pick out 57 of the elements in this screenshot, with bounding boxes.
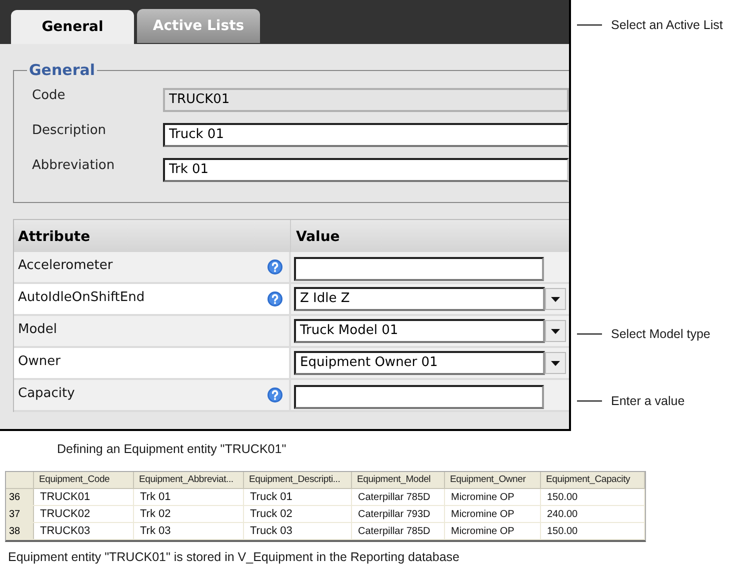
table-cell: Truck 02 xyxy=(244,506,352,522)
field-label: Description xyxy=(32,122,108,140)
attribute-name: Capacity xyxy=(18,385,75,403)
caret-icon xyxy=(545,352,566,374)
leader-line xyxy=(577,24,602,26)
caret-icon xyxy=(545,288,566,310)
group-legend: General xyxy=(27,59,97,82)
tab[interactable]: General xyxy=(11,10,134,44)
table-cell: Truck 01 xyxy=(244,488,352,505)
text-field[interactable]: Truck 01 xyxy=(163,122,569,146)
table-cell: 240.00 xyxy=(541,506,645,522)
leader-line xyxy=(577,400,602,402)
table-cell: Trk 01 xyxy=(134,488,244,505)
table-cell: Caterpillar 793D xyxy=(352,506,445,522)
table-cell: Trk 03 xyxy=(134,522,244,539)
value-field[interactable] xyxy=(294,256,544,280)
table-cell: Trk 02 xyxy=(134,506,244,522)
text-field[interactable]: TRUCK01 xyxy=(163,88,569,112)
table-cell: TRUCK02 xyxy=(34,506,134,522)
help-icon[interactable] xyxy=(267,259,283,275)
row-number: 37 xyxy=(6,506,34,522)
help-icon[interactable] xyxy=(267,387,283,403)
help-icon[interactable] xyxy=(267,291,283,307)
table-cell: TRUCK03 xyxy=(34,522,134,539)
table-cell: Micromine OP xyxy=(445,488,541,505)
table-cell: 150.00 xyxy=(541,522,645,539)
annotation: Select Model type xyxy=(611,326,710,343)
column-header[interactable]: Equipment_Model xyxy=(352,472,445,488)
table-cell: Micromine OP xyxy=(445,506,541,522)
caption: Defining an Equipment entity "TRUCK01" xyxy=(57,441,288,458)
attribute-name: Model xyxy=(18,321,58,339)
leader-line xyxy=(577,333,602,336)
column-header[interactable]: Equipment_Descripti... xyxy=(244,472,352,488)
field-label: Abbreviation xyxy=(32,156,116,174)
row-number: 36 xyxy=(6,488,34,505)
table-cell: Caterpillar 785D xyxy=(352,488,445,505)
field-label: Code xyxy=(32,86,66,104)
attribute-name: AutoIdleOnShiftEnd xyxy=(18,289,145,307)
column-header[interactable]: Equipment_Code xyxy=(34,472,134,488)
table-cell: Caterpillar 785D xyxy=(352,522,445,539)
caret-icon xyxy=(545,320,566,342)
value-field[interactable] xyxy=(294,384,544,408)
text-field[interactable]: Trk 01 xyxy=(163,158,569,182)
column-header[interactable]: Equipment_Capacity xyxy=(541,472,645,488)
footnote: Equipment entity "TRUCK01" is stored in V_Equipment in the Reporting database xyxy=(8,548,460,566)
table-cell: 150.00 xyxy=(541,488,645,505)
column-header[interactable]: Equipment_Abbreviat... xyxy=(134,472,244,488)
annotation: Enter a value xyxy=(611,393,685,410)
table-cell: Micromine OP xyxy=(445,522,541,539)
annotation: Select an Active List xyxy=(611,17,723,34)
attribute-name: Owner xyxy=(18,353,60,371)
column-header: Value xyxy=(295,228,341,247)
row-number: 38 xyxy=(6,522,34,539)
table-cell: Truck 03 xyxy=(244,522,352,539)
attribute-name: Accelerometer xyxy=(18,257,113,275)
column-header[interactable]: Equipment_Owner xyxy=(445,472,541,488)
table-cell: TRUCK01 xyxy=(34,488,134,505)
